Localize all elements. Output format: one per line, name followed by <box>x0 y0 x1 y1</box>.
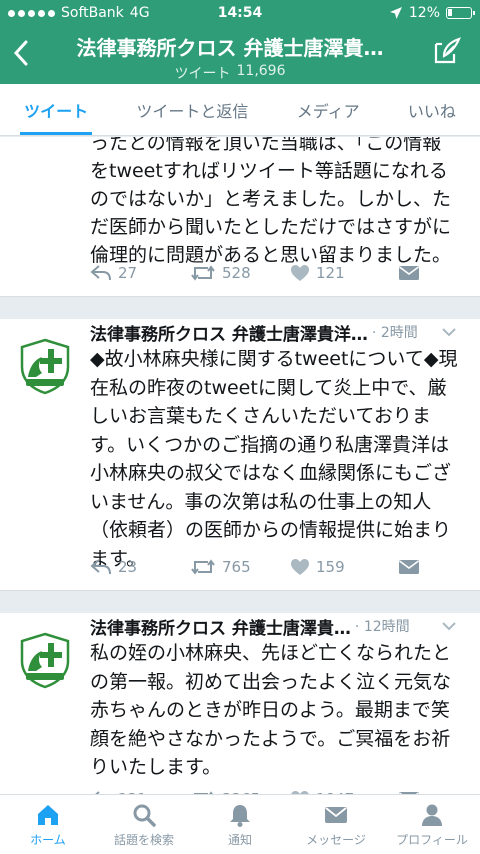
retweet-button[interactable]: 765 <box>190 558 290 576</box>
tweet-actions: 23 765 159 <box>90 558 420 576</box>
cross-logo-icon <box>20 632 70 689</box>
reply-count: 23 <box>118 558 138 576</box>
tweet[interactable]: 法律事務所クロス 弁護士唐澤貴… · 12時間 私の姪の小林麻央、先ほど亡くなら… <box>0 613 480 794</box>
retweet-icon <box>191 265 215 281</box>
nav-notifications-label: 通知 <box>227 832 252 847</box>
reply-icon <box>90 265 111 281</box>
reply-button[interactable]: 23 <box>90 558 190 576</box>
tweet-timestamp: · 2時間 <box>371 325 418 341</box>
chevron-down-icon[interactable] <box>440 323 458 341</box>
tab-likes[interactable]: いいね <box>384 84 480 135</box>
nav-profile[interactable]: プロフィール <box>384 795 480 854</box>
tweet-text: ったとの情報を頂いた当職は、「この情報をtweetすればリツイート等話題になれる… <box>90 137 452 266</box>
tab-tweets-and-replies[interactable]: ツイートと返信 <box>112 84 272 135</box>
nav-profile-label: プロフィール <box>396 832 468 847</box>
dm-share-button[interactable] <box>398 559 420 575</box>
battery-percent: 12% <box>408 5 440 21</box>
tab-tweets[interactable]: ツイート <box>0 84 112 135</box>
mail-icon <box>325 806 347 823</box>
tweet-actions: 27 528 121 <box>90 264 420 282</box>
location-icon <box>389 7 402 19</box>
nav-notifications[interactable]: 通知 <box>192 795 288 854</box>
compose-button[interactable] <box>432 36 462 66</box>
retweet-icon <box>191 559 215 575</box>
reply-icon <box>90 559 111 575</box>
back-button[interactable] <box>8 36 34 70</box>
feed-gap <box>0 297 480 309</box>
heart-icon <box>291 559 309 575</box>
carrier-label: SoftBank <box>61 5 124 21</box>
nav-home[interactable]: ホーム <box>0 795 96 854</box>
nav-messages[interactable]: メッセージ <box>288 795 384 854</box>
bell-icon <box>230 804 250 827</box>
cross-logo-icon <box>20 338 70 395</box>
network-label: 4G <box>129 5 150 21</box>
avatar[interactable] <box>16 631 74 689</box>
nav-home-label: ホーム <box>30 832 66 847</box>
reply-button[interactable]: 27 <box>90 264 190 282</box>
bottom-nav: ホーム 話題を検索 通知 メッセージ プロフィール <box>0 794 480 854</box>
signal-icon <box>8 9 55 17</box>
tab-media[interactable]: メディア <box>273 84 384 135</box>
heart-icon <box>291 265 309 281</box>
tweet-text: ◆故小林麻央様に関するtweetについて◆現在私の昨夜のtweetに関して炎上中… <box>90 348 458 570</box>
dm-share-button[interactable] <box>398 265 420 281</box>
feed-gap <box>0 591 480 603</box>
profile-tabs: ツイート ツイートと返信 メディア いいね <box>0 84 480 136</box>
avatar[interactable] <box>16 337 74 395</box>
page-title: 法律事務所クロス 弁護士唐澤貴… <box>76 36 384 60</box>
battery-icon <box>446 7 475 19</box>
nav-search[interactable]: 話題を検索 <box>96 795 192 854</box>
like-button[interactable]: 159 <box>290 558 390 576</box>
retweet-button[interactable]: 528 <box>190 264 290 282</box>
tweet[interactable]: ったとの情報を頂いた当職は、「この情報をtweetすればリツイート等話題になれる… <box>0 137 480 297</box>
author-name[interactable]: 法律事務所クロス 弁護士唐澤貴… <box>90 614 351 639</box>
mail-icon <box>399 266 419 280</box>
chevron-down-icon[interactable] <box>440 617 458 635</box>
author-name[interactable]: 法律事務所クロス 弁護士唐澤貴洋… <box>90 320 368 345</box>
search-icon <box>133 804 156 827</box>
retweet-count: 528 <box>222 264 251 282</box>
nav-messages-label: メッセージ <box>306 832 366 847</box>
like-count: 159 <box>316 558 345 576</box>
chevron-left-icon <box>13 40 28 66</box>
mail-icon <box>399 560 419 574</box>
nav-search-label: 話題を検索 <box>113 832 174 847</box>
like-button[interactable]: 121 <box>290 264 390 282</box>
tweets-count-label: ツイート <box>174 66 231 82</box>
status-bar: SoftBank 4G 14:54 12% <box>0 0 480 26</box>
tweet-text: 私の姪の小林麻央、先ほど亡くなられたとの第一報。初めて出会ったよく泣く元気な赤ち… <box>90 642 452 778</box>
tweets-count: 11,696 <box>236 63 286 79</box>
reply-count: 27 <box>118 264 138 282</box>
home-icon <box>38 804 58 825</box>
tweet[interactable]: 法律事務所クロス 弁護士唐澤貴洋… · 2時間 ◆故小林麻央様に関するtweet… <box>0 319 480 591</box>
tweet-feed[interactable]: ったとの情報を頂いた当職は、「この情報をtweetすればリツイート等話題になれる… <box>0 137 480 794</box>
profile-header: SoftBank 4G 14:54 12% 法律事務所クロス 弁護士唐澤貴… ツ… <box>0 0 480 84</box>
like-count: 121 <box>316 264 345 282</box>
compose-icon <box>434 37 461 64</box>
retweet-count: 765 <box>222 558 251 576</box>
tweet-timestamp: · 12時間 <box>354 619 410 635</box>
profile-icon <box>422 804 442 826</box>
